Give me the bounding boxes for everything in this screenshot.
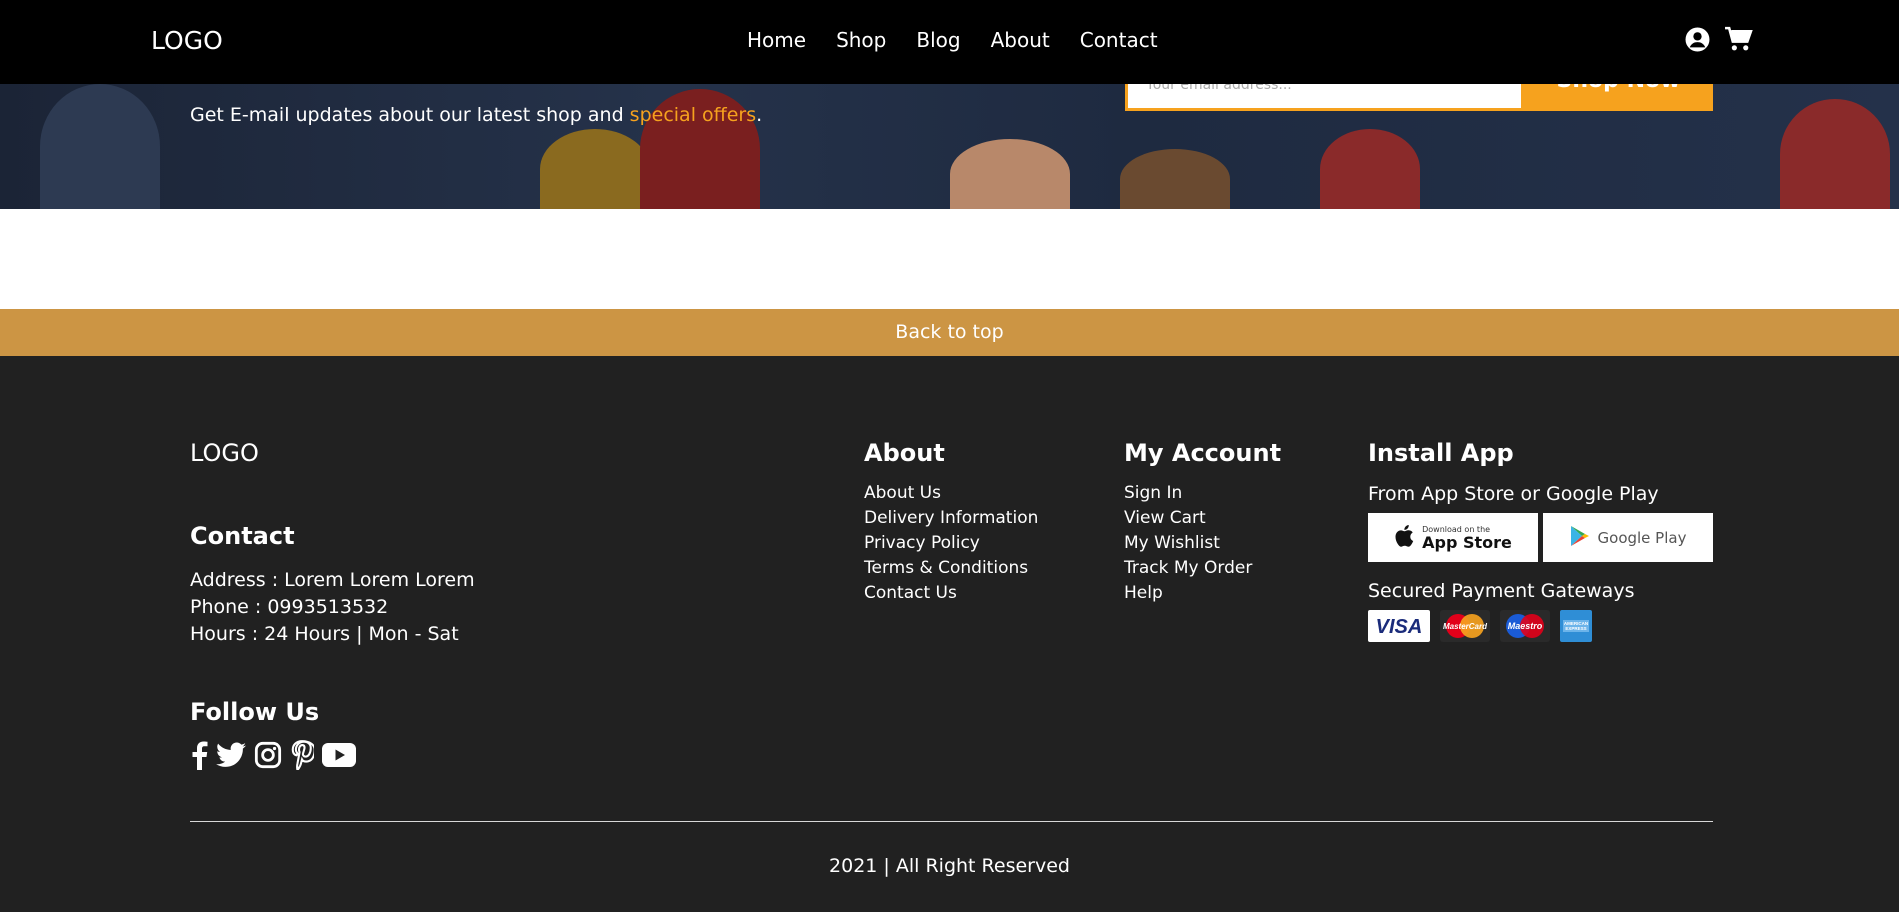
newsletter-banner: Get E-mail updates about our latest shop… <box>0 84 1899 209</box>
install-app-heading: Install App <box>1368 439 1514 467</box>
illustration-figure <box>540 129 650 209</box>
app-store-label: Download on the App Store <box>1422 524 1512 552</box>
nav-logo[interactable]: LOGO <box>151 26 223 55</box>
social-icons <box>190 740 356 774</box>
google-play-icon <box>1570 525 1590 551</box>
nav-icons <box>1685 26 1753 52</box>
special-offers-link[interactable]: special offers <box>630 104 756 126</box>
nav-link-blog[interactable]: Blog <box>916 28 960 52</box>
nav-link-about[interactable]: About <box>991 28 1050 52</box>
footer-logo[interactable]: LOGO <box>190 439 259 467</box>
mastercard-icon: MasterCard <box>1440 610 1490 642</box>
contact-address: Address : Lorem Lorem Lorem <box>190 569 475 591</box>
maestro-card-icon: Maestro <box>1500 610 1550 642</box>
nav-link-contact[interactable]: Contact <box>1080 28 1158 52</box>
google-play-button[interactable]: Google Play <box>1543 513 1713 562</box>
payment-cards: VISA MasterCard Maestro AMERICAN EXPRESS <box>1368 610 1592 642</box>
install-app-subtitle: From App Store or Google Play <box>1368 483 1659 505</box>
nav-menu: Home Shop Blog About Contact <box>747 28 1188 52</box>
illustration-figure <box>1780 99 1890 209</box>
shop-now-button[interactable]: Shop Now <box>1524 84 1713 111</box>
cart-icon[interactable] <box>1724 26 1753 52</box>
user-icon[interactable] <box>1685 27 1710 52</box>
footer-divider <box>190 821 1713 822</box>
twitter-icon[interactable] <box>216 742 246 772</box>
contact-phone: Phone : 0993513532 <box>190 596 389 618</box>
youtube-icon[interactable] <box>322 742 356 772</box>
account-links: Sign In View Cart My Wishlist Track My O… <box>1124 481 1252 606</box>
contact-details: Address : Lorem Lorem Lorem Phone : 0993… <box>190 567 475 648</box>
nav-link-shop[interactable]: Shop <box>836 28 886 52</box>
contact-hours: Hours : 24 Hours | Mon - Sat <box>190 623 459 645</box>
footer-link-view-cart[interactable]: View Cart <box>1124 506 1252 531</box>
illustration-figure <box>1320 129 1420 209</box>
illustration-figure <box>40 84 160 209</box>
footer-link-privacy-policy[interactable]: Privacy Policy <box>864 531 1038 556</box>
visa-card-icon: VISA <box>1368 610 1430 642</box>
svg-text:MasterCard: MasterCard <box>1443 622 1488 631</box>
top-navbar: LOGO Home Shop Blog About Contact <box>0 0 1899 84</box>
back-to-top-button[interactable]: Back to top <box>0 309 1899 356</box>
follow-heading: Follow Us <box>190 698 320 726</box>
apple-icon <box>1394 524 1414 552</box>
newsletter-subtitle: Get E-mail updates about our latest shop… <box>190 104 763 126</box>
illustration-figure <box>1120 149 1230 209</box>
about-heading: About <box>864 439 945 467</box>
email-input[interactable]: Your email address... <box>1125 84 1524 111</box>
instagram-icon[interactable] <box>254 741 282 773</box>
footer-link-track-my-order[interactable]: Track My Order <box>1124 556 1252 581</box>
footer-link-sign-in[interactable]: Sign In <box>1124 481 1252 506</box>
footer-link-contact-us[interactable]: Contact Us <box>864 581 1038 606</box>
svg-text:Maestro: Maestro <box>1508 621 1543 631</box>
about-links: About Us Delivery Information Privacy Po… <box>864 481 1038 606</box>
svg-text:EXPRESS: EXPRESS <box>1565 626 1586 631</box>
my-account-heading: My Account <box>1124 439 1282 467</box>
footer-link-help[interactable]: Help <box>1124 581 1252 606</box>
american-express-icon: AMERICAN EXPRESS <box>1560 610 1592 642</box>
facebook-icon[interactable] <box>190 740 208 774</box>
payment-gateways-title: Secured Payment Gateways <box>1368 580 1635 602</box>
footer-link-terms-conditions[interactable]: Terms & Conditions <box>864 556 1038 581</box>
nav-link-home[interactable]: Home <box>747 28 806 52</box>
footer-link-delivery-information[interactable]: Delivery Information <box>864 506 1038 531</box>
footer-link-about-us[interactable]: About Us <box>864 481 1038 506</box>
copyright-text: 2021 | All Right Reserved <box>829 855 1070 877</box>
footer: LOGO Contact Address : Lorem Lorem Lorem… <box>0 356 1899 912</box>
footer-link-my-wishlist[interactable]: My Wishlist <box>1124 531 1252 556</box>
contact-heading: Contact <box>190 522 295 550</box>
svg-text:VISA: VISA <box>1376 616 1423 638</box>
illustration-figure <box>950 139 1070 209</box>
pinterest-icon[interactable] <box>290 740 316 774</box>
app-store-button[interactable]: Download on the App Store <box>1368 513 1538 562</box>
google-play-label: Google Play <box>1597 528 1687 547</box>
